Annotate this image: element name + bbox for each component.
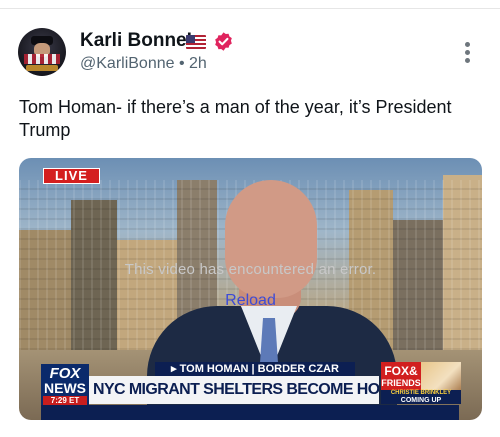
program-logo-top: FOX& — [384, 364, 418, 378]
post-text: Tom Homan- if there’s a man of the year,… — [19, 97, 452, 140]
upnext-label: COMING UP — [400, 397, 442, 404]
upnext-name: CHRISTIE BRINKLEY — [390, 390, 452, 396]
news-headline: NYC MIGRANT SHELTERS BECOME HOTBED FOR C… — [89, 376, 379, 404]
program-logo-bottom: FRIENDS — [381, 378, 421, 388]
video-player[interactable]: LIVE This video has encountered an error… — [19, 158, 482, 420]
more-dot — [465, 42, 470, 47]
guest-name-strip: ▸ TOM HOMAN | BORDER CZAR — [155, 362, 355, 376]
more-dot — [465, 58, 470, 63]
post-time[interactable]: 2h — [189, 55, 207, 72]
upnext-photo — [421, 362, 461, 390]
news-lower-third: FOX NEWS 7:29 ET ▸ TOM HOMAN | BORDER CZ… — [19, 358, 482, 420]
more-dot — [465, 50, 470, 55]
ticker-strip — [41, 405, 459, 420]
top-divider — [0, 8, 500, 9]
guest-head — [225, 180, 317, 298]
avatar-badge — [26, 65, 58, 71]
broadcast-clock: 7:29 ET — [43, 396, 87, 405]
video-error-message: This video has encountered an error. — [124, 261, 377, 278]
verified-badge-icon — [215, 32, 232, 51]
avatar-flag — [24, 54, 60, 64]
more-vertical-icon[interactable] — [462, 40, 472, 64]
fox-logo-bottom: NEWS — [44, 380, 86, 396]
us-flag-icon — [186, 35, 206, 49]
meta-separator: • — [178, 55, 185, 72]
live-badge: LIVE — [43, 168, 100, 184]
upnext-caption: CHRISTIE BRINKLEY COMING UP — [381, 390, 461, 404]
author-name[interactable]: Karli Bonne’ — [80, 30, 192, 52]
author-handle[interactable]: @KarliBonne — [80, 55, 175, 72]
reload-button[interactable]: Reload — [19, 292, 482, 310]
author-meta: @KarliBonne • 2h — [80, 55, 207, 73]
avatar[interactable] — [18, 28, 66, 76]
fox-news-logo: FOX NEWS 7:29 ET — [41, 364, 89, 405]
